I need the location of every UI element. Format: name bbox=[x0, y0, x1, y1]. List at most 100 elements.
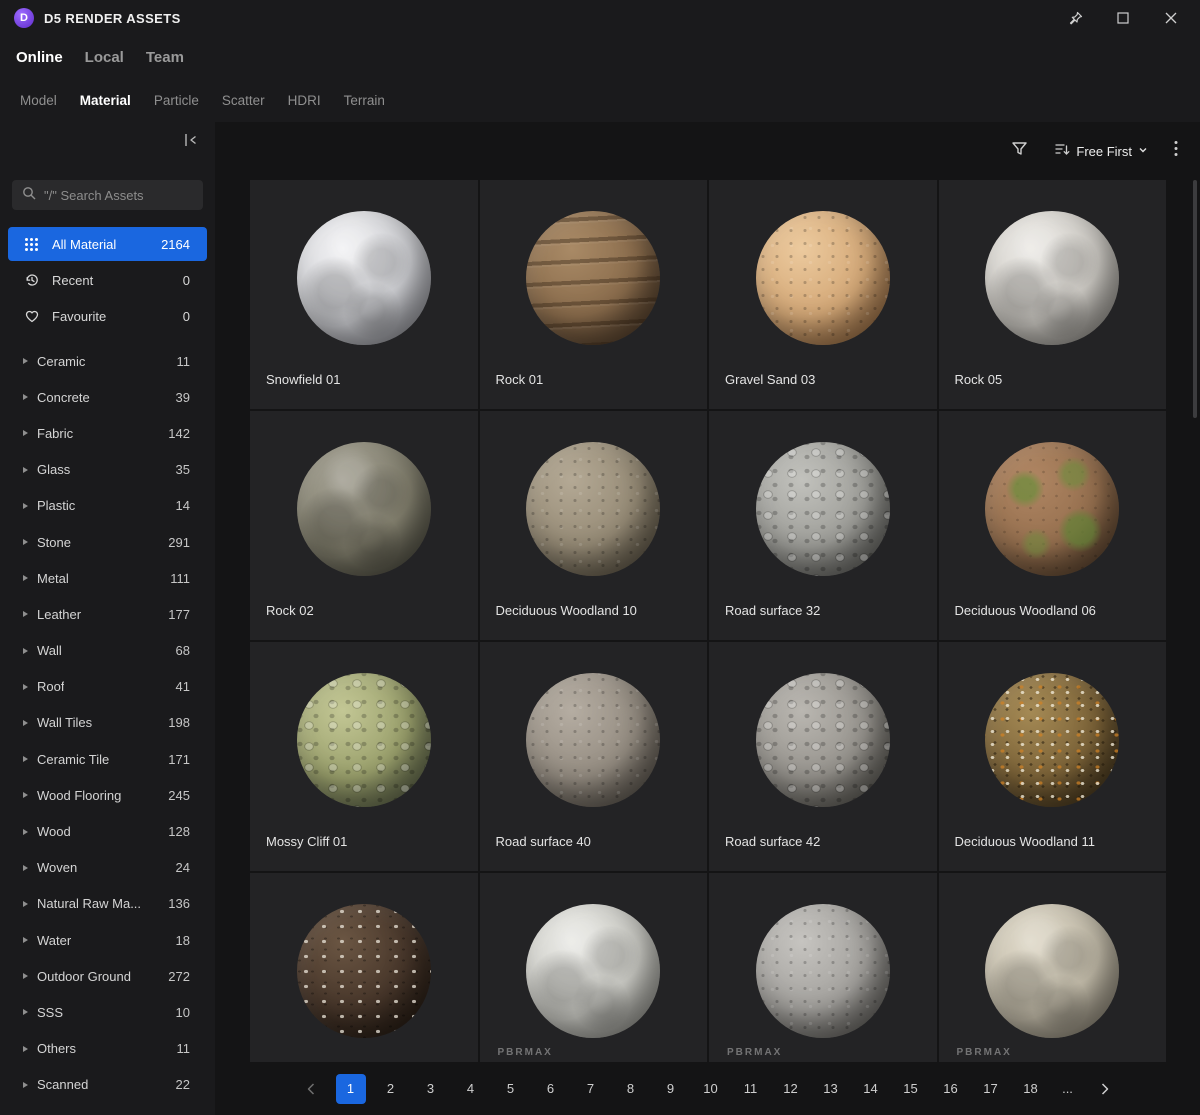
sidebar-item-recent[interactable]: Recent 0 bbox=[8, 263, 207, 297]
page-button-11[interactable]: 11 bbox=[736, 1074, 766, 1104]
page-button-6[interactable]: 6 bbox=[536, 1074, 566, 1104]
close-icon[interactable] bbox=[1162, 9, 1180, 27]
expand-triangle-icon[interactable] bbox=[23, 683, 28, 690]
search-box[interactable] bbox=[12, 180, 203, 210]
expand-triangle-icon[interactable] bbox=[23, 1045, 28, 1052]
sidebar-category-leather[interactable]: Leather 177 bbox=[0, 596, 215, 632]
sidebar-category-metal[interactable]: Metal 111 bbox=[0, 560, 215, 596]
material-card-road-surface-32[interactable]: Road surface 32 bbox=[709, 411, 937, 640]
sidebar-category-wood-flooring[interactable]: Wood Flooring 245 bbox=[0, 777, 215, 813]
expand-triangle-icon[interactable] bbox=[23, 539, 28, 546]
material-card-deciduous-woodland-11[interactable]: Deciduous Woodland 11 bbox=[938, 642, 1166, 871]
expand-triangle-icon[interactable] bbox=[23, 719, 28, 726]
page-button-4[interactable]: 4 bbox=[456, 1074, 486, 1104]
page-button-9[interactable]: 9 bbox=[656, 1074, 686, 1104]
page-button-8[interactable]: 8 bbox=[616, 1074, 646, 1104]
window-controls bbox=[1066, 9, 1186, 27]
sidebar-category-wall-tiles[interactable]: Wall Tiles 198 bbox=[0, 705, 215, 741]
material-card-road-surface-42[interactable]: Road surface 42 bbox=[709, 642, 937, 871]
sidebar-category-others[interactable]: Others 11 bbox=[0, 1031, 215, 1067]
sidebar-category-woven[interactable]: Woven 24 bbox=[0, 850, 215, 886]
expand-triangle-icon[interactable] bbox=[23, 502, 28, 509]
page-button-14[interactable]: 14 bbox=[856, 1074, 886, 1104]
sidebar-item-favourite[interactable]: Favourite 0 bbox=[8, 299, 207, 333]
sidebar-category-ceramic-tile[interactable]: Ceramic Tile 171 bbox=[0, 741, 215, 777]
page-button-10[interactable]: 10 bbox=[696, 1074, 726, 1104]
pin-icon[interactable] bbox=[1066, 9, 1084, 27]
collapse-sidebar-icon[interactable] bbox=[183, 133, 199, 152]
expand-triangle-icon[interactable] bbox=[23, 358, 28, 365]
sidebar-category-water[interactable]: Water 18 bbox=[0, 922, 215, 958]
page-button-7[interactable]: 7 bbox=[576, 1074, 606, 1104]
material-card-rock-02[interactable]: Rock 02 bbox=[250, 411, 478, 640]
page-button-16[interactable]: 16 bbox=[936, 1074, 966, 1104]
expand-triangle-icon[interactable] bbox=[23, 1081, 28, 1088]
expand-triangle-icon[interactable] bbox=[23, 1009, 28, 1016]
previous-page-icon[interactable] bbox=[296, 1074, 326, 1104]
page-button-2[interactable]: 2 bbox=[376, 1074, 406, 1104]
expand-triangle-icon[interactable] bbox=[23, 394, 28, 401]
sidebar-category-roof[interactable]: Roof 41 bbox=[0, 669, 215, 705]
expand-triangle-icon[interactable] bbox=[23, 756, 28, 763]
page-button-3[interactable]: 3 bbox=[416, 1074, 446, 1104]
sort-dropdown[interactable]: Free First bbox=[1054, 141, 1148, 162]
vertical-scrollbar[interactable] bbox=[1193, 180, 1197, 418]
sidebar-category-plastic[interactable]: Plastic 14 bbox=[0, 488, 215, 524]
expand-triangle-icon[interactable] bbox=[23, 611, 28, 618]
material-card-snowfield-01[interactable]: Snowfield 01 bbox=[250, 180, 478, 409]
more-options-icon[interactable] bbox=[1174, 140, 1178, 162]
expand-triangle-icon[interactable] bbox=[23, 575, 28, 582]
material-card-deciduous-woodland-10[interactable]: Deciduous Woodland 10 bbox=[479, 411, 707, 640]
sidebar-category-concrete[interactable]: Concrete 39 bbox=[0, 379, 215, 415]
source-tab-online[interactable]: Online bbox=[16, 49, 63, 66]
type-tab-hdri[interactable]: HDRI bbox=[288, 93, 321, 108]
sidebar-category-ceramic[interactable]: Ceramic 11 bbox=[0, 343, 215, 379]
material-card-rock-01[interactable]: Rock 01 bbox=[479, 180, 707, 409]
expand-triangle-icon[interactable] bbox=[23, 430, 28, 437]
sidebar-category-wood[interactable]: Wood 128 bbox=[0, 813, 215, 849]
expand-triangle-icon[interactable] bbox=[23, 828, 28, 835]
expand-triangle-icon[interactable] bbox=[23, 973, 28, 980]
source-tab-team[interactable]: Team bbox=[146, 49, 184, 66]
expand-triangle-icon[interactable] bbox=[23, 900, 28, 907]
category-label: Woven bbox=[37, 860, 78, 876]
next-page-icon[interactable] bbox=[1090, 1074, 1120, 1104]
expand-triangle-icon[interactable] bbox=[23, 864, 28, 871]
material-card-road-surface-40[interactable]: Road surface 40 bbox=[479, 642, 707, 871]
material-card-rock-05[interactable]: Rock 05 bbox=[938, 180, 1166, 409]
filter-icon[interactable] bbox=[1011, 140, 1028, 162]
expand-triangle-icon[interactable] bbox=[23, 792, 28, 799]
expand-triangle-icon[interactable] bbox=[23, 647, 28, 654]
search-input[interactable] bbox=[44, 187, 193, 203]
heart-icon bbox=[24, 308, 40, 324]
sidebar-category-natural-raw-ma[interactable]: Natural Raw Ma... 136 bbox=[0, 886, 215, 922]
page-button-5[interactable]: 5 bbox=[496, 1074, 526, 1104]
sidebar-category-scanned[interactable]: Scanned 22 bbox=[0, 1067, 215, 1103]
page-button-13[interactable]: 13 bbox=[816, 1074, 846, 1104]
page-button-17[interactable]: 17 bbox=[976, 1074, 1006, 1104]
source-tab-local[interactable]: Local bbox=[85, 49, 124, 66]
category-count: 177 bbox=[168, 606, 190, 622]
expand-triangle-icon[interactable] bbox=[23, 466, 28, 473]
material-card-mossy-cliff-01[interactable]: Mossy Cliff 01 bbox=[250, 642, 478, 871]
expand-triangle-icon[interactable] bbox=[23, 937, 28, 944]
sidebar-category-outdoor-ground[interactable]: Outdoor Ground 272 bbox=[0, 958, 215, 994]
sidebar-category-fabric[interactable]: Fabric 142 bbox=[0, 415, 215, 451]
sidebar-category-stone[interactable]: Stone 291 bbox=[0, 524, 215, 560]
type-tab-terrain[interactable]: Terrain bbox=[344, 93, 385, 108]
maximize-icon[interactable] bbox=[1114, 9, 1132, 27]
type-tab-scatter[interactable]: Scatter bbox=[222, 93, 265, 108]
sidebar-category-sss[interactable]: SSS 10 bbox=[0, 994, 215, 1030]
material-card-gravel-sand-03[interactable]: Gravel Sand 03 bbox=[709, 180, 937, 409]
page-button-1[interactable]: 1 bbox=[335, 1073, 366, 1104]
sidebar-category-glass[interactable]: Glass 35 bbox=[0, 452, 215, 488]
page-button-15[interactable]: 15 bbox=[896, 1074, 926, 1104]
page-button-18[interactable]: 18 bbox=[1016, 1074, 1046, 1104]
page-button-12[interactable]: 12 bbox=[776, 1074, 806, 1104]
material-card-deciduous-woodland-06[interactable]: Deciduous Woodland 06 bbox=[938, 411, 1166, 640]
sidebar-category-wall[interactable]: Wall 68 bbox=[0, 633, 215, 669]
type-tab-model[interactable]: Model bbox=[20, 93, 57, 108]
sidebar-item-all-material[interactable]: All Material 2164 bbox=[8, 227, 207, 261]
type-tab-particle[interactable]: Particle bbox=[154, 93, 199, 108]
type-tab-material[interactable]: Material bbox=[80, 93, 131, 108]
